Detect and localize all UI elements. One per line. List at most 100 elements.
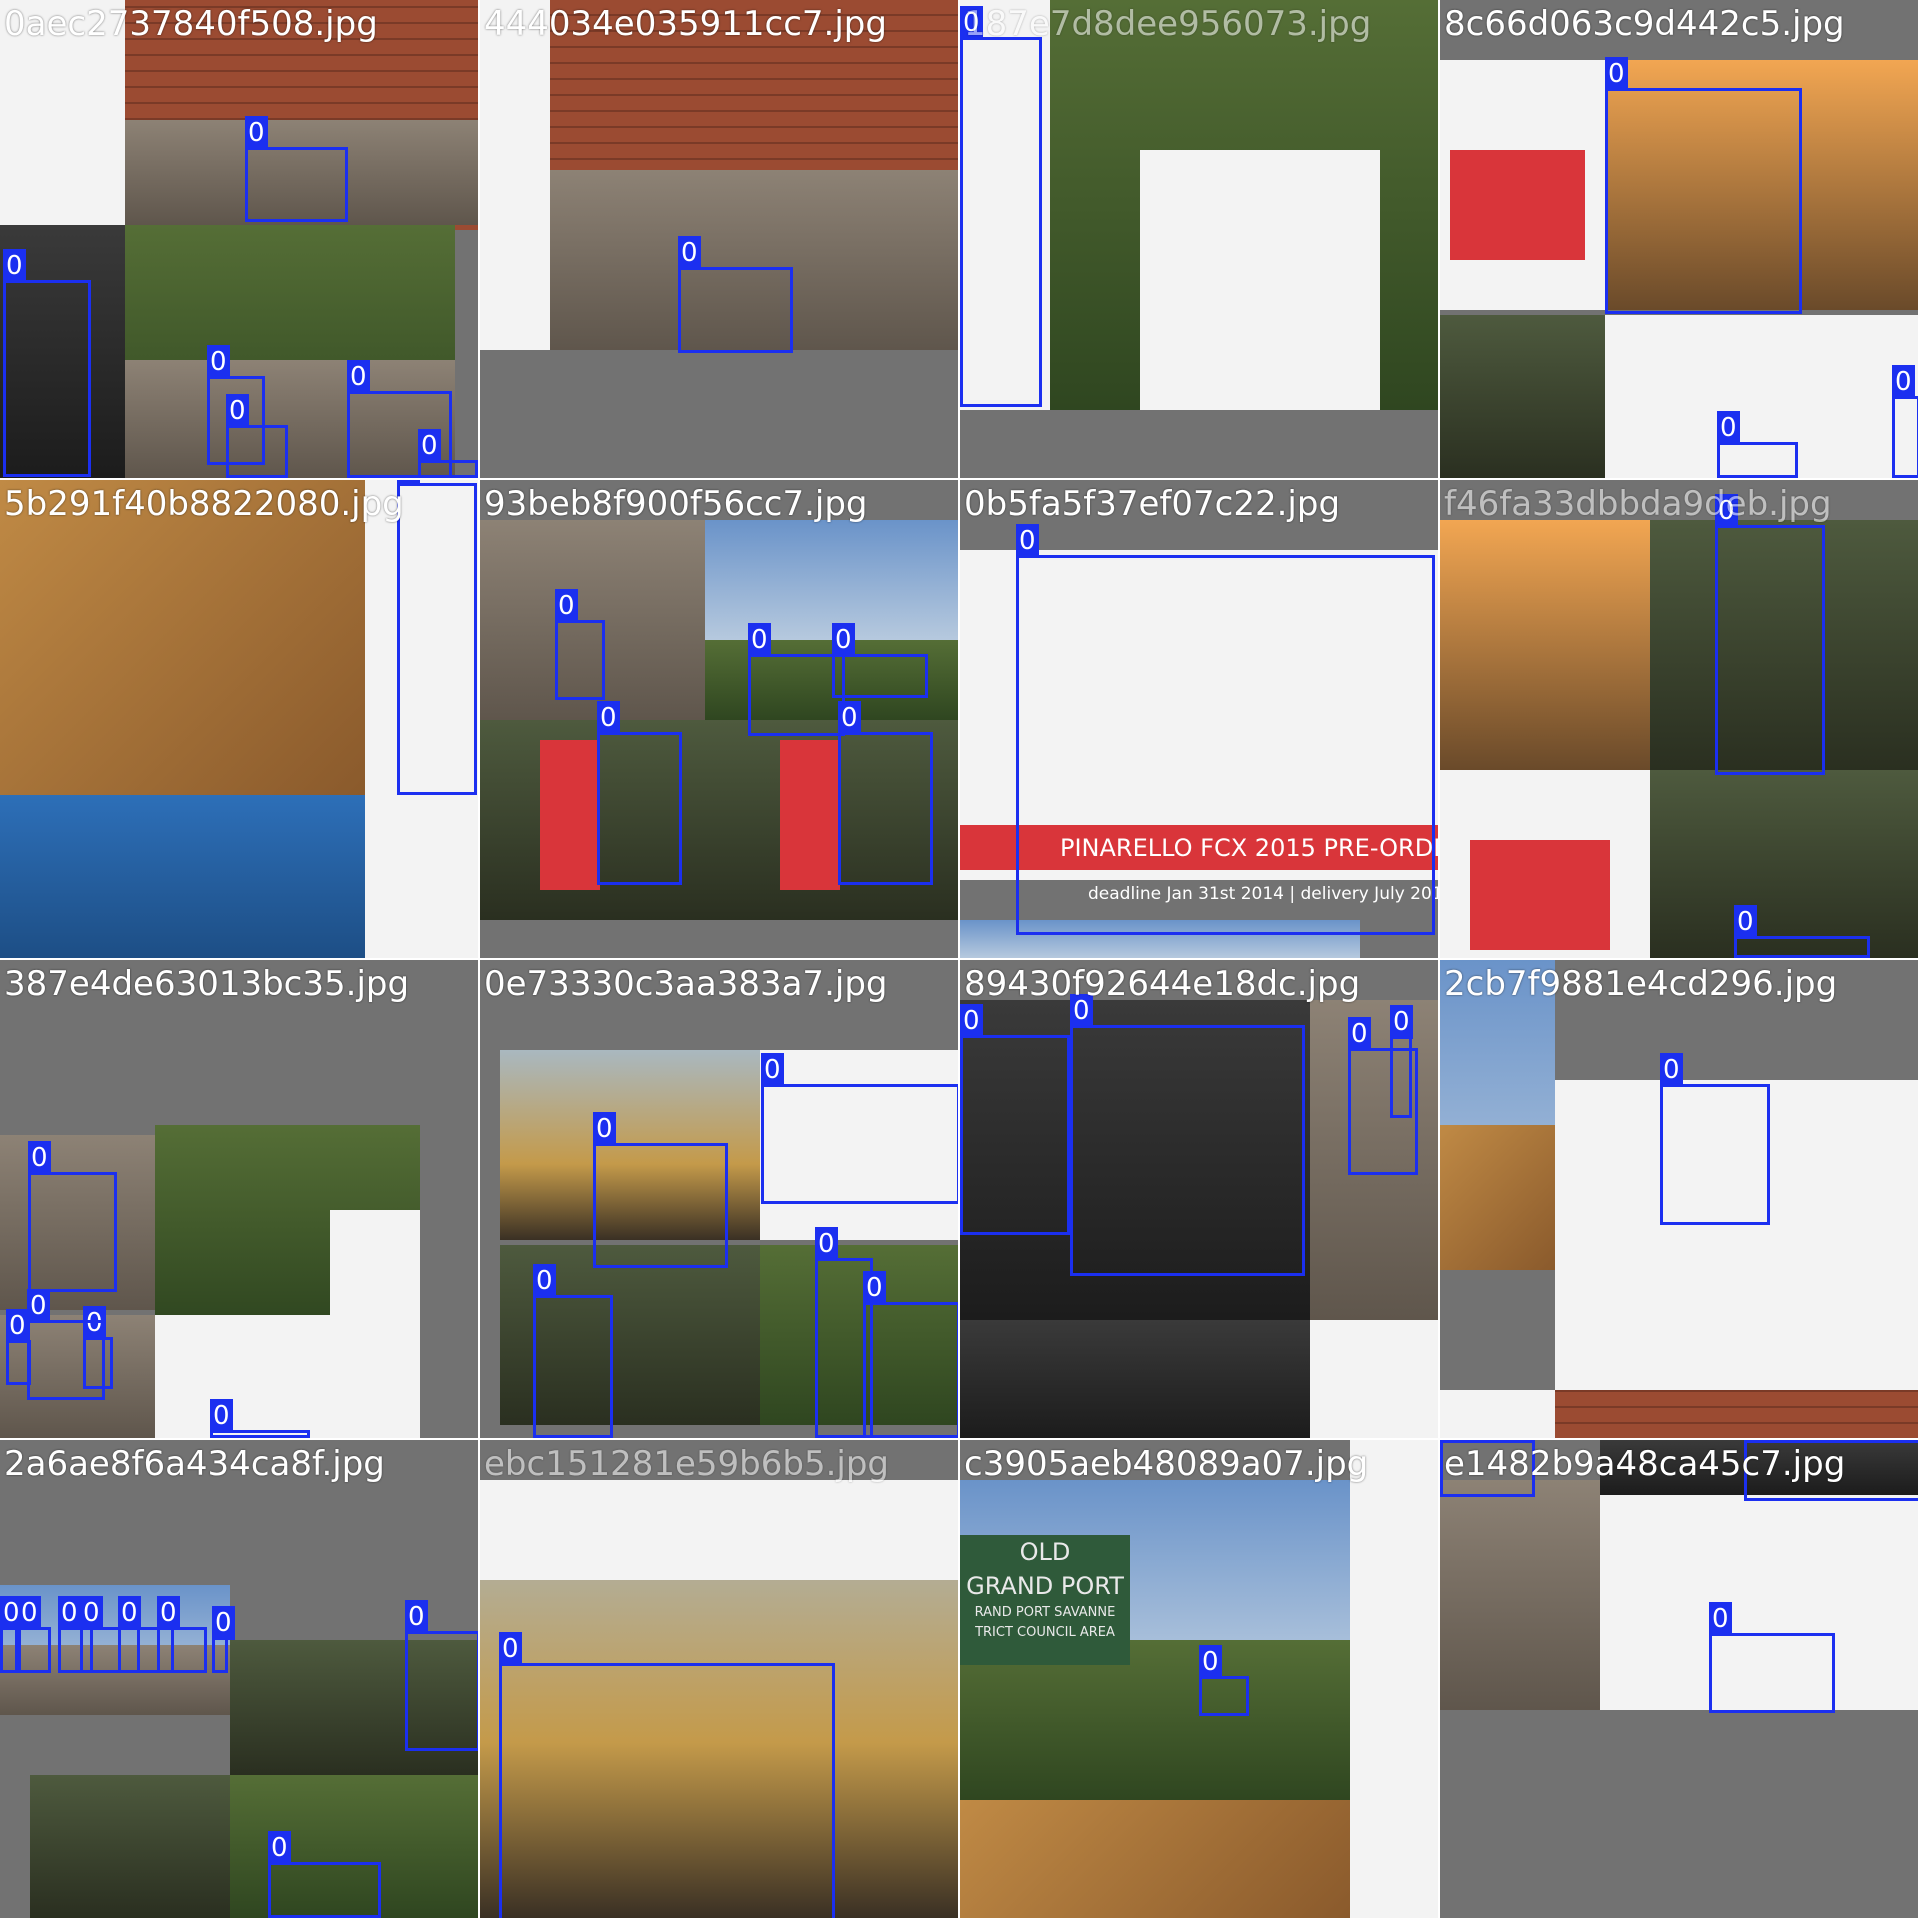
photo-crop: [960, 1800, 1350, 1918]
class-label: 0: [80, 1596, 103, 1630]
class-label: 0: [832, 623, 855, 657]
sign-text-line: TRICT COUNCIL AREA: [975, 1625, 1115, 1640]
bounding-box: 0: [1709, 1602, 1835, 1713]
class-label: 0: [212, 1606, 235, 1640]
photo-crop: [1440, 1125, 1555, 1270]
class-label: 0: [1016, 524, 1039, 558]
bounding-box: 0: [28, 1141, 117, 1292]
bounding-box: 0: [597, 701, 682, 885]
bounding-box: 0: [1390, 1005, 1413, 1118]
bounding-box: 0: [0, 1596, 23, 1673]
class-label: 0: [58, 1596, 81, 1630]
bounding-box: 0: [1199, 1645, 1249, 1716]
class-label: 0: [268, 1831, 291, 1865]
bounding-box: 0: [1660, 1053, 1770, 1225]
class-label: 0: [533, 1264, 556, 1298]
mosaic-tile: 0 OLD GRAND PORT RAND PORT SAVANNE TRICT COU…: [960, 1440, 1438, 1918]
class-label: 0: [555, 589, 578, 623]
bounding-box: 0: [397, 480, 477, 795]
class-label: 0: [157, 1596, 180, 1630]
bounding-box: 0: [157, 1596, 207, 1673]
class-label: 0: [1709, 1602, 1732, 1636]
class-label: 0: [347, 360, 370, 394]
bounding-box: 0: [268, 1831, 381, 1918]
photo-crop: [1450, 150, 1585, 260]
photo-crop: [1140, 150, 1380, 410]
mosaic-tile: 0 0 f46fa33dbbda9deb.jpg: [1440, 480, 1918, 958]
tile-filename: 0e73330c3aa383a7.jpg: [484, 964, 888, 1004]
tile-filename: 5b291f40b8822080.jpg: [4, 484, 404, 524]
photo-crop: [0, 795, 365, 958]
photo-crop: [1650, 770, 1918, 958]
class-label: 0: [678, 236, 701, 270]
photo-crop: [1555, 1390, 1918, 1438]
mosaic-tile: 000e1482b9a48ca45c7.jpg: [1440, 1440, 1918, 1918]
bounding-box: 0: [499, 1632, 835, 1918]
bounding-box: 0: [960, 6, 1042, 407]
mosaic-tile: 05b291f40b8822080.jpg: [0, 480, 478, 958]
bounding-box: 0: [533, 1264, 613, 1438]
class-label: 0: [1892, 365, 1915, 399]
bounding-box: 0: [838, 701, 933, 885]
mosaic-tile: 0 0 0 8c66d063c9d442c5.jpg: [1440, 0, 1918, 478]
bounding-box: 0: [1717, 411, 1798, 478]
class-label: 0: [761, 1053, 784, 1087]
photo-crop: [705, 520, 958, 640]
class-label: 0: [1734, 905, 1757, 939]
tile-filename: e1482b9a48ca45c7.jpg: [1444, 1444, 1846, 1484]
photo-crop: [780, 740, 840, 890]
bounding-box: 0: [748, 623, 845, 736]
photo-crop: [155, 1315, 420, 1438]
photo-crop: [1470, 840, 1610, 950]
bounding-box: 0: [226, 394, 288, 478]
bounding-box: 0: [245, 116, 348, 222]
tile-filename: 8c66d063c9d442c5.jpg: [1444, 4, 1845, 44]
sign-text-line: GRAND PORT: [966, 1572, 1124, 1600]
bounding-box: 0: [18, 1596, 51, 1673]
bounding-box: 0: [1734, 905, 1870, 958]
class-label: 0: [3, 249, 26, 283]
class-label: 0: [838, 701, 861, 735]
photo-crop: [540, 740, 600, 890]
tile-filename: ebc151281e59b6b5.jpg: [484, 1444, 890, 1484]
photo-crop: [1440, 520, 1650, 770]
class-label: 0: [118, 1596, 141, 1630]
bounding-box: 0: [405, 1600, 478, 1751]
bounding-box: 0: [960, 1004, 1070, 1235]
bounding-box: 0: [832, 623, 928, 698]
mosaic-grid: 0 0 0 0 0 0 0aec2737840f508.jpg 0 444034e035911c…: [0, 0, 1920, 1920]
photo-crop: [1350, 1440, 1438, 1918]
mosaic-tile: 0 0 0 0 0 93beb8f900f56cc7.jpg: [480, 480, 958, 958]
photo-crop: [30, 1775, 230, 1918]
tile-filename: f46fa33dbbda9deb.jpg: [1444, 484, 1832, 524]
class-label: 0: [18, 1596, 41, 1630]
tile-filename: 93beb8f900f56cc7.jpg: [484, 484, 868, 524]
mosaic-tile: 0 0 0 0 0 387e4de63013bc35.jpg: [0, 960, 478, 1438]
class-label: 0: [863, 1271, 886, 1305]
bounding-box: 0: [1070, 994, 1305, 1276]
tile-filename: 387e4de63013bc35.jpg: [4, 964, 410, 1004]
class-label: 0: [1660, 1053, 1683, 1087]
class-label: 0: [226, 394, 249, 428]
tile-filename: c3905aeb48089a07.jpg: [964, 1444, 1369, 1484]
bounding-box: 0: [863, 1271, 958, 1438]
bounding-box: 0: [1715, 494, 1825, 775]
mosaic-tile: 0 ebc151281e59b6b5.jpg: [480, 1440, 958, 1918]
photo-crop: [1440, 1480, 1600, 1710]
photo-crop: [480, 1480, 958, 1580]
bounding-box: 0: [1605, 57, 1802, 314]
class-label: 0: [28, 1141, 51, 1175]
photo-crop: [960, 1320, 1310, 1438]
mosaic-tile: 0 0 0 0 0 0 0 0 0 2a6ae8f6a434ca8f.jpg: [0, 1440, 478, 1918]
grand-port-sign: OLD GRAND PORT RAND PORT SAVANNE TRICT COUN…: [960, 1535, 1130, 1665]
tile-filename: 2cb7f9881e4cd296.jpg: [1444, 964, 1838, 1004]
class-label: 0: [593, 1112, 616, 1146]
photo-crop: [1440, 1390, 1555, 1438]
tile-filename: 444034e035911cc7.jpg: [484, 4, 887, 44]
class-label: 0: [210, 1399, 233, 1433]
class-label: 0: [960, 1004, 983, 1038]
tile-filename: 187e7d8dee956073.jpg: [964, 4, 1372, 44]
bounding-box: 0: [210, 1399, 310, 1438]
bounding-box: 0: [212, 1606, 235, 1673]
bounding-box: 0: [1892, 365, 1918, 478]
